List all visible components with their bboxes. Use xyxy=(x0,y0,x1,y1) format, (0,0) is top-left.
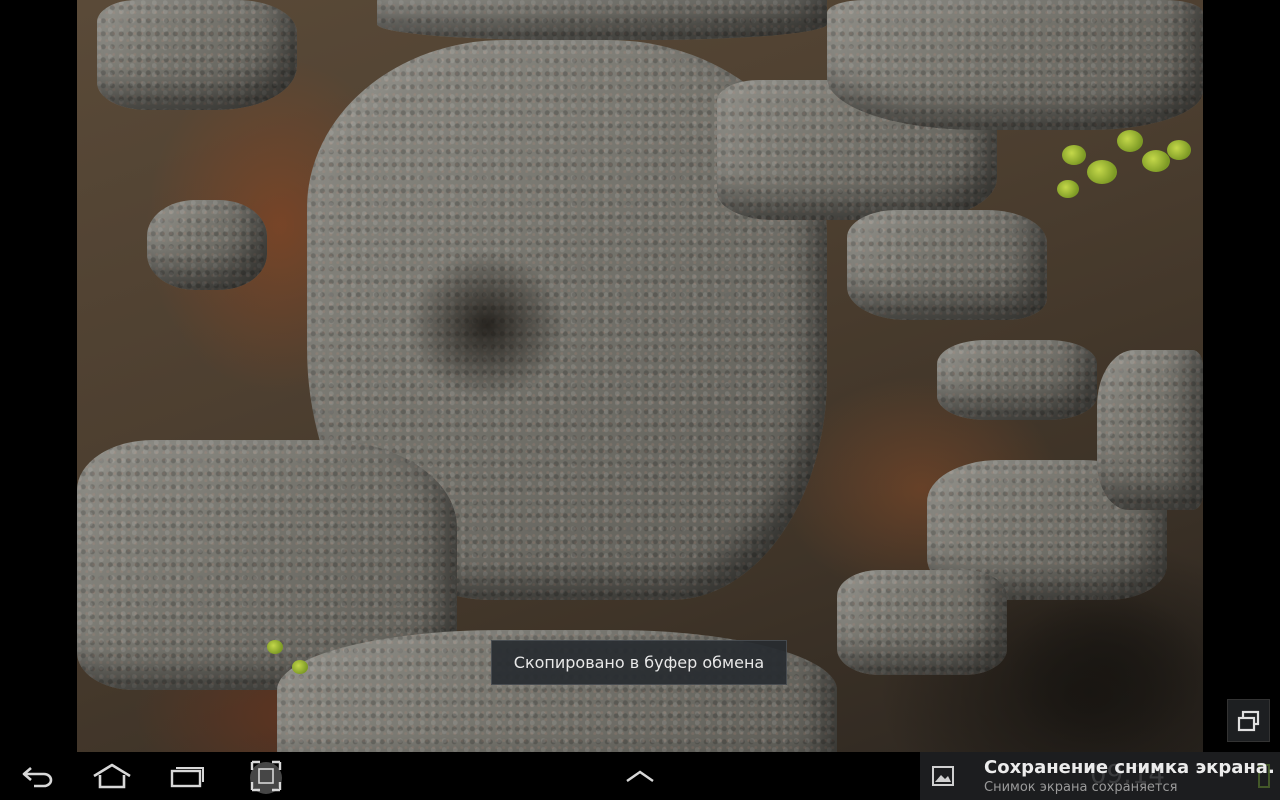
plant xyxy=(1087,160,1117,184)
shadow xyxy=(1007,590,1203,750)
toast-message: Скопировано в буфер обмена xyxy=(491,640,787,685)
rock xyxy=(97,0,297,110)
rock xyxy=(147,200,267,290)
screen: Скопировано в буфер обмена 09:14 Сохране… xyxy=(0,0,1280,800)
chevron-up-icon xyxy=(626,770,654,782)
rock xyxy=(837,570,1007,675)
plant xyxy=(1142,150,1170,172)
rock xyxy=(847,210,1047,320)
plant xyxy=(1062,145,1086,165)
plant xyxy=(292,660,308,674)
image-icon xyxy=(932,766,954,786)
system-navigation-bar: 09:14 Сохранение снимка экрана... Снимок… xyxy=(0,752,1280,800)
shadow xyxy=(407,250,567,400)
plant xyxy=(267,640,283,654)
recent-windows-icon xyxy=(1237,710,1259,731)
recent-apps-icon xyxy=(170,767,204,788)
home-button[interactable] xyxy=(84,756,140,796)
toast-text: Скопировано в буфер обмена xyxy=(513,653,765,672)
rock xyxy=(1097,350,1203,510)
plant xyxy=(1117,130,1143,152)
plant xyxy=(1167,140,1191,160)
notification-subtitle: Снимок экрана сохраняется xyxy=(984,780,1178,795)
back-button[interactable] xyxy=(10,756,66,796)
rock xyxy=(827,0,1203,130)
rock xyxy=(377,0,827,40)
screenshot-button[interactable] xyxy=(238,756,294,796)
recent-windows-button[interactable] xyxy=(1227,699,1270,742)
notification-ticker[interactable]: 09:14 Сохранение снимка экрана... Снимок… xyxy=(920,752,1280,800)
expand-menu-button[interactable] xyxy=(612,756,668,796)
rock xyxy=(937,340,1097,420)
screenshot-icon xyxy=(250,760,282,794)
recent-apps-button[interactable] xyxy=(160,756,216,796)
back-arrow-icon xyxy=(22,767,53,788)
plant xyxy=(1057,180,1079,198)
notification-title: Сохранение снимка экрана... xyxy=(984,757,1274,778)
home-icon xyxy=(93,763,131,789)
